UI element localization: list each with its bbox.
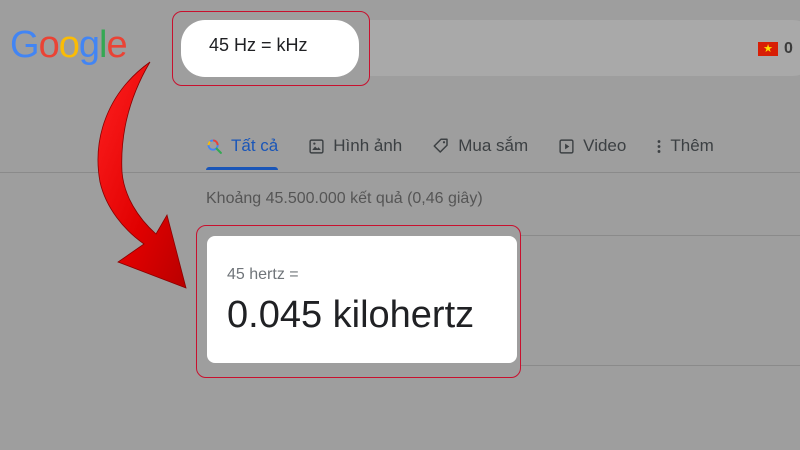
red-arrow-annotation <box>97 61 187 289</box>
